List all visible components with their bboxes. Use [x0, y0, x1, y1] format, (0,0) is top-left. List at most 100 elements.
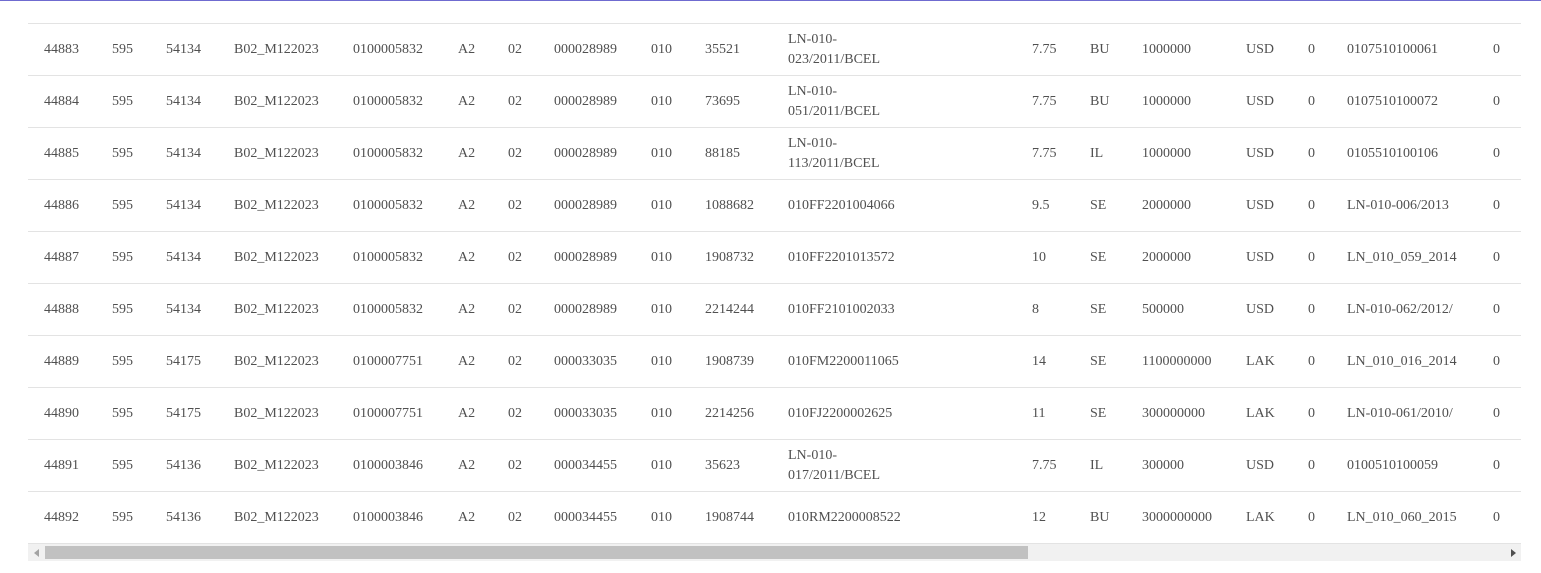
table-cell-id: 44885	[44, 145, 79, 161]
table-row[interactable]: 44884 595 54134 B02_M122023 0100005832 A2 02 00…	[28, 76, 1521, 128]
table-cell-end: 0	[1493, 249, 1500, 265]
table-cell-loan-no: 010FF2201004066	[788, 197, 895, 213]
table-cell-rate: 7.75	[1032, 457, 1057, 473]
scroll-right-button[interactable]	[1504, 544, 1521, 561]
table-cell-type: SE	[1090, 353, 1107, 369]
table-cell-loan-no: LN-010-051/2011/BCEL	[788, 83, 881, 119]
table-cell-end: 0	[1493, 457, 1500, 473]
table-cell-ref: 1908732	[705, 249, 754, 265]
table-cell-grade: A2	[458, 93, 476, 109]
table-cell-flag: 0	[1308, 301, 1315, 317]
table-cell-code: 02	[508, 301, 522, 317]
table-cell-grade: A2	[458, 41, 476, 57]
table-cell-branch: 010	[651, 353, 672, 369]
top-border	[0, 0, 1541, 1]
table-cell-end: 0	[1493, 353, 1500, 369]
table-cell-loan-no: LN-010-023/2011/BCEL	[788, 31, 881, 67]
table-cell-code: 02	[508, 197, 522, 213]
table-row[interactable]: 44892 595 54136 B02_M122023 0100003846 A2 02 00…	[28, 492, 1521, 544]
table-cell-rate: 9.5	[1032, 197, 1050, 213]
table-cell-b: 54136	[166, 457, 201, 473]
data-table: 44883 595 54134 B02_M122023 0100005832 A2 02 00…	[28, 23, 1521, 544]
table-cell-customer: 000033035	[554, 405, 617, 421]
table-cell-grade: A2	[458, 145, 476, 161]
table-cell-flag: 0	[1308, 249, 1315, 265]
table-cell-amount: 1100000000	[1142, 353, 1212, 369]
table-cell-ref: 1088682	[705, 197, 754, 213]
table-cell-b: 54134	[166, 145, 201, 161]
table-cell-batch: B02_M122023	[234, 41, 319, 57]
table-cell-end: 0	[1493, 405, 1500, 421]
table-cell-b: 54175	[166, 405, 201, 421]
table-cell-currency: USD	[1246, 197, 1275, 213]
scroll-left-button[interactable]	[28, 544, 45, 561]
table-cell-end: 0	[1493, 93, 1500, 109]
table-cell-id: 44888	[44, 301, 79, 317]
table-cell-batch: B02_M122023	[234, 93, 319, 109]
table-cell-ref: 35521	[705, 41, 740, 57]
table-cell-rate: 12	[1032, 509, 1046, 525]
table-cell-grade: A2	[458, 249, 476, 265]
table-cell-branch: 010	[651, 249, 672, 265]
table-cell-grade: A2	[458, 405, 476, 421]
table-cell-a: 595	[112, 509, 133, 525]
table-cell-contract: LN_010_016_2014	[1347, 353, 1457, 369]
chevron-left-icon	[33, 548, 40, 557]
table-cell-amount: 300000000	[1142, 405, 1205, 421]
table-cell-grade: A2	[458, 509, 476, 525]
table-cell-customer: 000034455	[554, 457, 617, 473]
table-cell-account: 0100005832	[353, 249, 423, 265]
table-cell-contract: 0105510100106	[1347, 145, 1438, 161]
table-cell-id: 44892	[44, 509, 79, 525]
table-row[interactable]: 44883 595 54134 B02_M122023 0100005832 A2 02 00…	[28, 24, 1521, 76]
table-cell-grade: A2	[458, 457, 476, 473]
table-cell-contract: LN_010_059_2014	[1347, 249, 1457, 265]
table-cell-ref: 2214256	[705, 405, 754, 421]
table-cell-account: 0100005832	[353, 197, 423, 213]
table-cell-code: 02	[508, 249, 522, 265]
table-cell-currency: USD	[1246, 301, 1275, 317]
table-cell-amount: 1000000	[1142, 145, 1191, 161]
table-cell-branch: 010	[651, 457, 672, 473]
table-cell-rate: 11	[1032, 405, 1046, 421]
table-cell-id: 44884	[44, 93, 79, 109]
table-cell-contract: LN_010_060_2015	[1347, 509, 1457, 525]
table-cell-currency: USD	[1246, 249, 1275, 265]
table-cell-code: 02	[508, 405, 522, 421]
table-cell-a: 595	[112, 353, 133, 369]
table-cell-loan-no: LN-010-113/2011/BCEL	[788, 135, 880, 171]
table-cell-a: 595	[112, 41, 133, 57]
table-cell-flag: 0	[1308, 353, 1315, 369]
table-cell-account: 0100005832	[353, 301, 423, 317]
table-cell-currency: LAK	[1246, 405, 1275, 421]
table-cell-amount: 300000	[1142, 457, 1184, 473]
table-row[interactable]: 44890 595 54175 B02_M122023 0100007751 A2 02 00…	[28, 388, 1521, 440]
table-row[interactable]: 44886 595 54134 B02_M122023 0100005832 A2 02 00…	[28, 180, 1521, 232]
table-cell-batch: B02_M122023	[234, 301, 319, 317]
table-cell-amount: 500000	[1142, 301, 1184, 317]
table-cell-amount: 1000000	[1142, 41, 1191, 57]
table-cell-contract: LN-010-006/2013	[1347, 197, 1449, 213]
horizontal-scrollbar[interactable]	[28, 544, 1521, 561]
table-cell-amount: 1000000	[1142, 93, 1191, 109]
table-cell-amount: 3000000000	[1142, 509, 1212, 525]
table-cell-a: 595	[112, 457, 133, 473]
table-cell-currency: USD	[1246, 457, 1275, 473]
table-row[interactable]: 44891 595 54136 B02_M122023 0100003846 A2 02 00…	[28, 440, 1521, 492]
table-cell-ref: 73695	[705, 93, 740, 109]
table-cell-branch: 010	[651, 405, 672, 421]
table-row[interactable]: 44888 595 54134 B02_M122023 0100005832 A2 02 00…	[28, 284, 1521, 336]
table-row[interactable]: 44887 595 54134 B02_M122023 0100005832 A2 02 00…	[28, 232, 1521, 284]
table-cell-type: SE	[1090, 301, 1107, 317]
table-cell-b: 54134	[166, 301, 201, 317]
table-cell-flag: 0	[1308, 457, 1315, 473]
table-cell-flag: 0	[1308, 93, 1315, 109]
scrollbar-thumb[interactable]	[45, 546, 1028, 559]
table-row[interactable]: 44889 595 54175 B02_M122023 0100007751 A2 02 00…	[28, 336, 1521, 388]
table-cell-branch: 010	[651, 145, 672, 161]
table-cell-a: 595	[112, 301, 133, 317]
table-row[interactable]: 44885 595 54134 B02_M122023 0100005832 A2 02 00…	[28, 128, 1521, 180]
table-cell-loan-no: LN-010-017/2011/BCEL	[788, 447, 881, 483]
table-cell-batch: B02_M122023	[234, 197, 319, 213]
table-cell-account: 0100003846	[353, 509, 423, 525]
